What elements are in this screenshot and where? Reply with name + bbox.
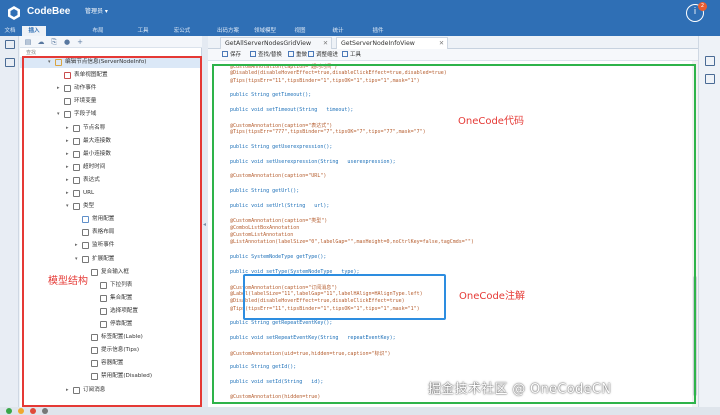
tools-icon <box>342 51 348 57</box>
editor-tabs: GetAllServerNodesGridView ✕ GetServerNodeI… <box>208 36 698 49</box>
watermark: 掘金技术社区 @ OneCodeCN <box>428 382 612 397</box>
editor-toolbar-label: 保存 <box>230 52 242 58</box>
menu-item[interactable]: 视图 <box>290 26 310 36</box>
onecode-annotation-label: OneCode注解 <box>459 291 525 302</box>
app-window: CodeBee 管理员 ▾ i 2 文档 插入 布局 工具 宏公式 出码方案 领域模型 视图统… <box>0 0 720 415</box>
menu-item[interactable]: 统计 <box>328 26 348 36</box>
editor-toolbar-button[interactable]: 查找/替换 <box>250 50 282 60</box>
cloud-icon[interactable]: ☁ <box>37 38 45 46</box>
menu-item[interactable]: 工具 <box>133 26 153 36</box>
editor-toolbar-button[interactable]: 调整缩进 <box>308 50 338 60</box>
menu-item[interactable]: 宏公式 <box>170 26 194 36</box>
tree-toolbar: ▤ ☁ ⎘ ● + <box>20 36 202 48</box>
app-name: CodeBee <box>27 6 71 17</box>
codebee-logo-icon <box>8 6 20 20</box>
editor-toolbar-label: 查找/替换 <box>258 52 282 58</box>
right-icon-rail <box>698 36 720 415</box>
menu-item[interactable]: 插入 <box>22 26 46 36</box>
layers-icon[interactable] <box>5 40 15 49</box>
copy-icon[interactable]: ⎘ <box>50 38 58 46</box>
editor-tab[interactable]: GetServerNodeInfoView ✕ <box>336 37 448 49</box>
list-icon[interactable]: ▤ <box>24 38 32 46</box>
taskbar-app-icon[interactable] <box>42 408 48 414</box>
add-icon[interactable]: + <box>76 38 84 46</box>
user-mode-dropdown[interactable]: 管理员 ▾ <box>85 6 108 15</box>
taskbar-app-icon[interactable] <box>18 408 24 414</box>
menu-item[interactable]: 插件 <box>368 26 388 36</box>
component-icon[interactable] <box>5 58 15 67</box>
properties-icon[interactable] <box>705 74 715 84</box>
editor-toolbar-label: 工具 <box>350 52 362 58</box>
indent-icon <box>308 51 314 57</box>
redo-icon <box>288 51 294 57</box>
editor-tab-label: GetServerNodeInfoView <box>341 40 415 47</box>
model-structure-highlight <box>22 56 202 407</box>
editor-toolbar-button[interactable]: 保存 <box>222 50 241 60</box>
outline-icon[interactable] <box>705 56 715 66</box>
notification-badge: 2 <box>698 2 707 11</box>
save-icon <box>222 51 228 57</box>
top-bar: CodeBee 管理员 ▾ i 2 <box>0 0 720 26</box>
onecode-code-label: OneCode代码 <box>458 116 524 127</box>
model-structure-label: 模型结构 <box>48 276 88 287</box>
left-icon-rail <box>0 36 19 415</box>
record-icon[interactable]: ● <box>63 38 71 46</box>
menu-item[interactable]: 领域模型 <box>253 26 277 36</box>
editor-toolbar: 保存 查找/替换 重做 调整缩进 工具 <box>208 49 698 61</box>
annotation-highlight <box>243 274 446 320</box>
taskbar <box>0 407 720 415</box>
menu-item[interactable]: 布局 <box>88 26 108 36</box>
editor-toolbar-label: 调整缩进 <box>316 52 339 58</box>
menu-bar: 文档 插入 布局 工具 宏公式 出码方案 领域模型 视图 统计 插件 <box>0 26 720 36</box>
editor-toolbar-button[interactable]: 工具 <box>342 50 361 60</box>
code-highlight <box>212 64 696 404</box>
editor-toolbar-label: 重做 <box>296 52 308 58</box>
editor-tab[interactable]: GetAllServerNodesGridView ✕ <box>220 37 332 49</box>
editor-toolbar-button[interactable]: 重做 <box>288 50 307 60</box>
taskbar-app-icon[interactable] <box>30 408 36 414</box>
menu-item[interactable]: 文档 <box>2 26 18 36</box>
tree-search-label: 查找 <box>26 50 37 56</box>
editor-tab-label: GetAllServerNodesGridView <box>225 40 312 47</box>
find-replace-icon <box>250 51 256 57</box>
menu-item[interactable]: 出码方案 <box>216 26 240 36</box>
collapse-arrow-icon[interactable]: ◂ <box>203 221 206 228</box>
taskbar-app-icon[interactable] <box>6 408 12 414</box>
